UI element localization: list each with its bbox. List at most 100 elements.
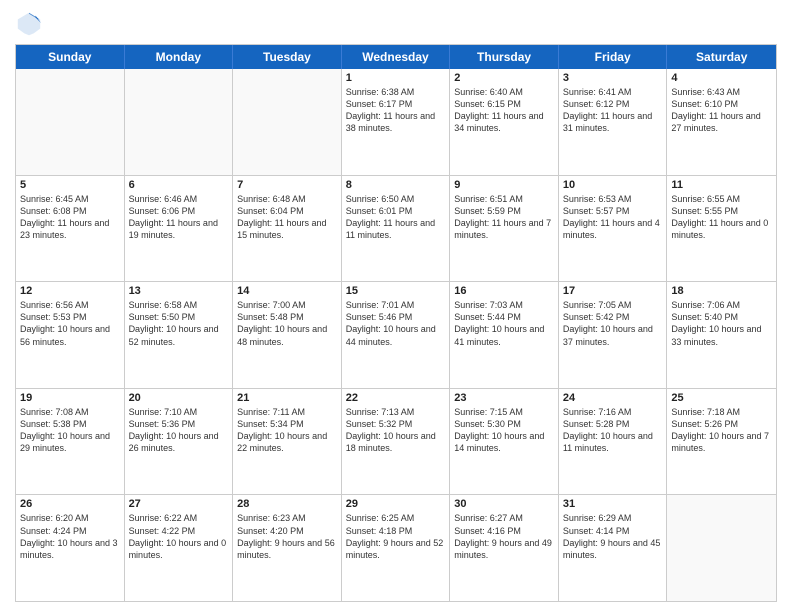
logo xyxy=(15,10,47,38)
calendar-day-12: 12 Sunrise: 6:56 AMSunset: 5:53 PMDayligh… xyxy=(16,282,125,388)
day-info-29: Sunrise: 6:25 AMSunset: 4:18 PMDaylight:… xyxy=(346,512,446,561)
day-number-29: 29 xyxy=(346,498,446,510)
day-info-23: Sunrise: 7:15 AMSunset: 5:30 PMDaylight:… xyxy=(454,406,554,455)
calendar-day-13: 13 Sunrise: 6:58 AMSunset: 5:50 PMDayligh… xyxy=(125,282,234,388)
day-info-14: Sunrise: 7:00 AMSunset: 5:48 PMDaylight:… xyxy=(237,299,337,348)
day-number-9: 9 xyxy=(454,179,554,191)
calendar-day-5: 5Sunrise: 6:45 AMSunset: 6:08 PMDaylight… xyxy=(16,176,125,282)
day-number-14: 14 xyxy=(237,285,337,297)
day-info-16: Sunrise: 7:03 AMSunset: 5:44 PMDaylight:… xyxy=(454,299,554,348)
day-info-4: Sunrise: 6:43 AMSunset: 6:10 PMDaylight:… xyxy=(671,86,772,135)
page: SundayMondayTuesdayWednesdayThursdayFrid… xyxy=(0,0,792,612)
day-info-12: Sunrise: 6:56 AMSunset: 5:53 PMDaylight:… xyxy=(20,299,120,348)
calendar-day-15: 15Sunrise: 7:01 AMSunset: 5:46 PMDayligh… xyxy=(342,282,451,388)
header-day-saturday: Saturday xyxy=(667,45,776,69)
calendar-header-row: SundayMondayTuesdayWednesdayThursdayFrid… xyxy=(16,45,776,69)
day-info-22: Sunrise: 7:13 AMSunset: 5:32 PMDaylight:… xyxy=(346,406,446,455)
day-number-28: 28 xyxy=(237,498,337,510)
calendar-day-24: 24Sunrise: 7:16 AMSunset: 5:28 PMDayligh… xyxy=(559,389,668,495)
day-number-26: 26 xyxy=(20,498,120,510)
calendar-day-30: 30Sunrise: 6:27 AMSunset: 4:16 PMDayligh… xyxy=(450,495,559,601)
calendar-day-8: 8 Sunrise: 6:50 AMSunset: 6:01 PMDaylight… xyxy=(342,176,451,282)
header-day-thursday: Thursday xyxy=(450,45,559,69)
calendar-day-11: 11Sunrise: 6:55 AMSunset: 5:55 PMDayligh… xyxy=(667,176,776,282)
day-info-17: Sunrise: 7:05 AMSunset: 5:42 PMDaylight:… xyxy=(563,299,663,348)
calendar-day-3: 3 Sunrise: 6:41 AMSunset: 6:12 PMDaylight… xyxy=(559,69,668,175)
day-number-21: 21 xyxy=(237,392,337,404)
day-info-18: Sunrise: 7:06 AMSunset: 5:40 PMDaylight:… xyxy=(671,299,772,348)
calendar-day-2: 2 Sunrise: 6:40 AMSunset: 6:15 PMDaylight… xyxy=(450,69,559,175)
day-number-19: 19 xyxy=(20,392,120,404)
calendar-day-20: 20Sunrise: 7:10 AMSunset: 5:36 PMDayligh… xyxy=(125,389,234,495)
day-number-18: 18 xyxy=(671,285,772,297)
calendar-day-empty xyxy=(667,495,776,601)
calendar-day-27: 27Sunrise: 6:22 AMSunset: 4:22 PMDayligh… xyxy=(125,495,234,601)
day-info-31: Sunrise: 6:29 AMSunset: 4:14 PMDaylight:… xyxy=(563,512,663,561)
calendar-day-10: 10 Sunrise: 6:53 AMSunset: 5:57 PMDayligh… xyxy=(559,176,668,282)
day-number-4: 4 xyxy=(671,72,772,84)
logo-icon xyxy=(15,10,43,38)
header-day-monday: Monday xyxy=(125,45,234,69)
day-info-24: Sunrise: 7:16 AMSunset: 5:28 PMDaylight:… xyxy=(563,406,663,455)
header-day-wednesday: Wednesday xyxy=(342,45,451,69)
day-number-27: 27 xyxy=(129,498,229,510)
day-number-13: 13 xyxy=(129,285,229,297)
day-number-3: 3 xyxy=(563,72,663,84)
day-info-13: Sunrise: 6:58 AMSunset: 5:50 PMDaylight:… xyxy=(129,299,229,348)
day-info-28: Sunrise: 6:23 AMSunset: 4:20 PMDaylight:… xyxy=(237,512,337,561)
calendar-day-18: 18 Sunrise: 7:06 AMSunset: 5:40 PMDayligh… xyxy=(667,282,776,388)
calendar-day-9: 9 Sunrise: 6:51 AMSunset: 5:59 PMDaylight… xyxy=(450,176,559,282)
day-info-1: Sunrise: 6:38 AMSunset: 6:17 PMDaylight:… xyxy=(346,86,446,135)
calendar: SundayMondayTuesdayWednesdayThursdayFrid… xyxy=(15,44,777,602)
day-number-25: 25 xyxy=(671,392,772,404)
day-number-16: 16 xyxy=(454,285,554,297)
day-info-8: Sunrise: 6:50 AMSunset: 6:01 PMDaylight:… xyxy=(346,193,446,242)
calendar-week-3: 12 Sunrise: 6:56 AMSunset: 5:53 PMDayligh… xyxy=(16,282,776,389)
header-day-friday: Friday xyxy=(559,45,668,69)
calendar-day-empty xyxy=(233,69,342,175)
day-number-20: 20 xyxy=(129,392,229,404)
calendar-day-empty xyxy=(16,69,125,175)
calendar-day-14: 14 Sunrise: 7:00 AMSunset: 5:48 PMDayligh… xyxy=(233,282,342,388)
day-number-15: 15 xyxy=(346,285,446,297)
header-day-tuesday: Tuesday xyxy=(233,45,342,69)
day-number-1: 1 xyxy=(346,72,446,84)
day-info-10: Sunrise: 6:53 AMSunset: 5:57 PMDaylight:… xyxy=(563,193,663,242)
day-info-6: Sunrise: 6:46 AMSunset: 6:06 PMDaylight:… xyxy=(129,193,229,242)
calendar-day-22: 22 Sunrise: 7:13 AMSunset: 5:32 PMDayligh… xyxy=(342,389,451,495)
day-number-5: 5 xyxy=(20,179,120,191)
day-number-23: 23 xyxy=(454,392,554,404)
day-info-11: Sunrise: 6:55 AMSunset: 5:55 PMDaylight:… xyxy=(671,193,772,242)
day-number-30: 30 xyxy=(454,498,554,510)
calendar-week-5: 26 Sunrise: 6:20 AMSunset: 4:24 PMDayligh… xyxy=(16,495,776,601)
day-number-17: 17 xyxy=(563,285,663,297)
day-info-2: Sunrise: 6:40 AMSunset: 6:15 PMDaylight:… xyxy=(454,86,554,135)
header-day-sunday: Sunday xyxy=(16,45,125,69)
calendar-day-28: 28 Sunrise: 6:23 AMSunset: 4:20 PMDayligh… xyxy=(233,495,342,601)
day-info-21: Sunrise: 7:11 AMSunset: 5:34 PMDaylight:… xyxy=(237,406,337,455)
day-info-7: Sunrise: 6:48 AMSunset: 6:04 PMDaylight:… xyxy=(237,193,337,242)
calendar-week-4: 19 Sunrise: 7:08 AMSunset: 5:38 PMDayligh… xyxy=(16,389,776,496)
calendar-day-17: 17 Sunrise: 7:05 AMSunset: 5:42 PMDayligh… xyxy=(559,282,668,388)
calendar-day-empty xyxy=(125,69,234,175)
day-number-7: 7 xyxy=(237,179,337,191)
day-number-8: 8 xyxy=(346,179,446,191)
calendar-day-21: 21 Sunrise: 7:11 AMSunset: 5:34 PMDayligh… xyxy=(233,389,342,495)
day-number-6: 6 xyxy=(129,179,229,191)
calendar-day-23: 23 Sunrise: 7:15 AMSunset: 5:30 PMDayligh… xyxy=(450,389,559,495)
day-number-2: 2 xyxy=(454,72,554,84)
day-number-12: 12 xyxy=(20,285,120,297)
calendar-day-31: 31Sunrise: 6:29 AMSunset: 4:14 PMDayligh… xyxy=(559,495,668,601)
calendar-week-2: 5Sunrise: 6:45 AMSunset: 6:08 PMDaylight… xyxy=(16,176,776,283)
day-info-26: Sunrise: 6:20 AMSunset: 4:24 PMDaylight:… xyxy=(20,512,120,561)
calendar-day-19: 19 Sunrise: 7:08 AMSunset: 5:38 PMDayligh… xyxy=(16,389,125,495)
calendar-day-26: 26 Sunrise: 6:20 AMSunset: 4:24 PMDayligh… xyxy=(16,495,125,601)
day-info-19: Sunrise: 7:08 AMSunset: 5:38 PMDaylight:… xyxy=(20,406,120,455)
calendar-day-4: 4 Sunrise: 6:43 AMSunset: 6:10 PMDaylight… xyxy=(667,69,776,175)
day-number-10: 10 xyxy=(563,179,663,191)
day-number-22: 22 xyxy=(346,392,446,404)
day-info-3: Sunrise: 6:41 AMSunset: 6:12 PMDaylight:… xyxy=(563,86,663,135)
day-info-9: Sunrise: 6:51 AMSunset: 5:59 PMDaylight:… xyxy=(454,193,554,242)
calendar-day-29: 29 Sunrise: 6:25 AMSunset: 4:18 PMDayligh… xyxy=(342,495,451,601)
calendar-day-1: 1 Sunrise: 6:38 AMSunset: 6:17 PMDaylight… xyxy=(342,69,451,175)
